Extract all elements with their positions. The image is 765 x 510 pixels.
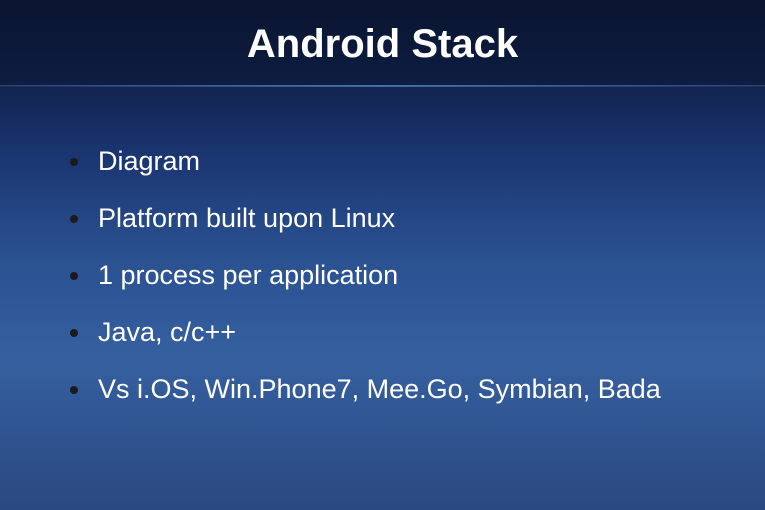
bullet-dot-icon — [70, 158, 78, 166]
bullet-dot-icon — [70, 215, 78, 223]
bullet-item: 1 process per application — [70, 258, 695, 293]
bullet-dot-icon — [70, 329, 78, 337]
bullet-text: Platform built upon Linux — [98, 201, 395, 236]
bullet-text: 1 process per application — [98, 258, 398, 293]
bullet-item: Java, c/c++ — [70, 315, 695, 350]
slide-content: Diagram Platform built upon Linux 1 proc… — [0, 86, 765, 407]
bullet-dot-icon — [70, 386, 78, 394]
title-region: Android Stack — [0, 0, 765, 86]
bullet-text: Java, c/c++ — [98, 315, 236, 350]
bullet-text: Diagram — [98, 144, 200, 179]
bullet-item: Diagram — [70, 144, 695, 179]
slide-title: Android Stack — [0, 22, 765, 67]
bullet-text: Vs i.OS, Win.Phone7, Mee.Go, Symbian, Ba… — [98, 372, 661, 407]
bullet-item: Vs i.OS, Win.Phone7, Mee.Go, Symbian, Ba… — [70, 372, 695, 407]
bullet-dot-icon — [70, 272, 78, 280]
bullet-item: Platform built upon Linux — [70, 201, 695, 236]
